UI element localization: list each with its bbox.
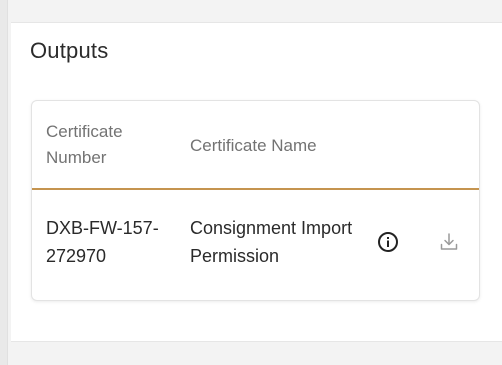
certificate-name-cell: Consignment Import Permission xyxy=(190,218,353,266)
column-header-certificate-name: Certificate Name xyxy=(190,136,317,155)
certificate-number-cell: DXB-FW-157-272970 xyxy=(46,218,159,266)
download-icon[interactable] xyxy=(438,231,460,253)
page: Outputs Certificate Number Certificate N… xyxy=(0,0,502,365)
info-icon[interactable] xyxy=(377,231,399,253)
outputs-table-card: Certificate Number Certificate Name DXB-… xyxy=(31,100,480,301)
left-divider xyxy=(0,0,8,365)
section-title: Outputs xyxy=(30,38,109,63)
table-header: Certificate Number Certificate Name xyxy=(32,101,479,190)
table-row: DXB-FW-157-272970 Consignment Import Per… xyxy=(32,190,479,300)
column-header-certificate-number: Certificate Number xyxy=(46,122,123,167)
